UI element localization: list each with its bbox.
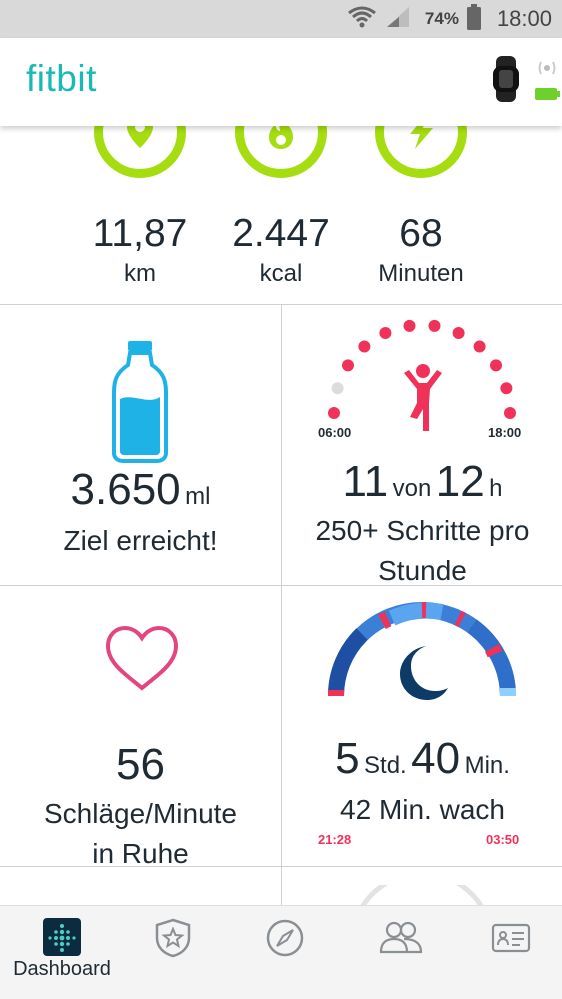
sleep-minutes: 40 [411,734,461,783]
hour-dot [473,340,486,353]
hourly-achieved: 11 [342,457,389,506]
nav-challenges[interactable] [115,906,227,999]
water-unit: ml [185,483,211,510]
battery-percent: 74% [424,9,459,28]
fitbit-logo: fitbit [26,58,97,99]
bottom-navigation: Dashboard [0,905,562,999]
heart-rate-value: 56 [116,740,165,789]
distance-value: 11,87 [92,212,188,255]
sleep-tile[interactable]: 21:28 03:50 5 Std. 40 Min. 42 Min. wach [282,586,562,867]
heart-icon [105,625,179,691]
calories-value: 2.447 [232,212,330,255]
app-header: fitbit [0,38,562,126]
dashboard-content[interactable]: 11,87 km 2.447 kcal 68 Minuten 3.650 ml … [0,126,562,905]
sleep-end-time: 03:50 [486,832,520,847]
water-amount: 3.650 [70,465,181,514]
heart-rate-unit: Schläge/Minute [43,798,237,829]
discover-compass-icon [266,919,304,957]
heart-rate-caption-cut: in Ruhe [92,838,189,867]
active-minutes-unit: Minuten [378,260,464,287]
battery-icon [466,3,481,35]
hour-dot [490,359,502,372]
hourly-unit: h [489,475,503,502]
hour-dot [403,319,416,332]
hourly-activity-tile[interactable]: 06:00 18:00 11 von 12 h 250+ Schritte pr… [282,305,562,586]
hourly-caption: 250+ Schritte pro [315,515,530,546]
signal-icon [385,5,411,34]
water-tile[interactable]: 3.650 ml Ziel erreicht! [0,305,281,586]
hourly-von: von [392,475,432,502]
active-minutes-value: 68 [399,212,443,255]
calories-unit: kcal [259,260,303,287]
friends-icon [379,921,423,954]
hour-dot [379,327,392,339]
clock: 18:00 [496,6,552,31]
location-pin-icon [127,126,153,148]
account-card-icon [491,923,531,953]
challenges-icon [155,918,191,958]
hourly-end-time: 18:00 [488,425,522,440]
wifi-icon [347,5,377,34]
water-bottle-icon [112,341,168,463]
nav-dashboard-label: Dashboard [13,958,111,980]
nav-friends[interactable] [340,906,452,999]
heart-rate-tile[interactable]: 56 Schläge/Minute in Ruhe [0,586,281,867]
hour-dot [342,359,354,372]
hour-dot [358,340,371,353]
summary-stats: 11,87 km 2.447 kcal 68 Minuten [0,126,562,304]
hourly-goal: 12 [435,457,485,506]
partial-ring [360,885,484,905]
hour-dot [504,407,516,419]
sync-status-icon [534,54,560,107]
sleep-hours-unit: Std. [364,752,407,779]
sleep-awake: 42 Min. wach [340,794,505,825]
sleep-hours: 5 [335,734,360,783]
hour-dot [331,382,344,395]
dashboard-icon [43,918,81,956]
person-active-icon [404,364,442,431]
moon-icon [400,646,448,700]
nav-dashboard[interactable]: Dashboard [0,906,112,999]
hour-dot [500,382,513,395]
next-tile-partial[interactable] [282,867,562,905]
sleep-start-time: 21:28 [318,832,352,847]
hourly-caption-cut: Stunde [378,555,467,586]
water-status: Ziel erreicht! [63,525,218,556]
hour-dot [428,319,441,332]
nav-discover[interactable] [227,906,339,999]
calories-ring [235,126,327,178]
sleep-minutes-unit: Min. [464,752,510,779]
hour-dot [328,407,340,419]
tracker-device-icon[interactable] [490,56,522,107]
lightning-icon [410,126,433,149]
hour-dot [452,327,465,339]
distance-ring [94,126,186,178]
flame-icon [269,126,293,149]
status-bar: 74% 18:00 [0,0,562,38]
active-minutes-ring [375,126,467,178]
distance-unit: km [124,260,156,287]
hourly-start-time: 06:00 [318,425,352,440]
nav-account[interactable] [452,906,562,999]
